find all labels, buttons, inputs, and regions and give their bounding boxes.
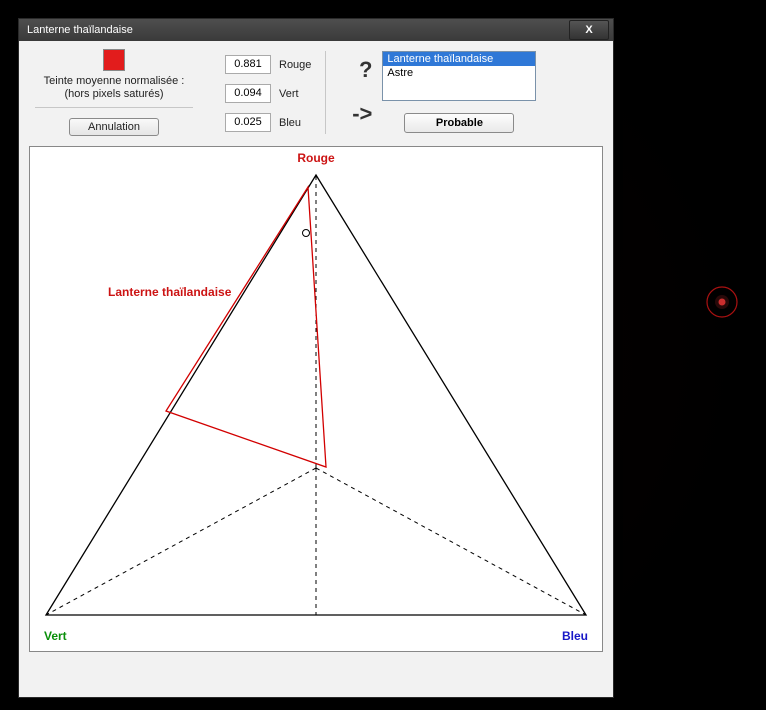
rgb-row-g: 0.094 Vert [225,84,311,103]
hint-line-1: Teinte moyenne normalisée : [29,75,199,88]
vertex-label-rouge: Rouge [297,151,334,165]
titlebar: Lanterne thaïlandaise X [19,19,613,41]
rgb-row-r: 0.881 Rouge [225,55,311,74]
ternary-svg [30,147,602,651]
cancel-button[interactable]: Annulation [69,118,159,136]
classification-right-col: Lanterne thaïlandaise Astre Probable [382,51,536,136]
rgb-value-r[interactable]: 0.881 [225,55,271,74]
vertex-label-vert: Vert [44,629,67,643]
category-listbox[interactable]: Lanterne thaïlandaise Astre [382,51,536,101]
rgb-value-g[interactable]: 0.094 [225,84,271,103]
vertex-label-bleu: Bleu [562,629,588,643]
rgb-values-block: 0.881 Rouge 0.094 Vert 0.025 Bleu [225,49,311,136]
close-button[interactable]: X [569,20,609,40]
ternary-plot: Rouge Vert Bleu Lanterne thaïlandaise [29,146,603,652]
vertical-divider [325,51,326,134]
classification-block: ? -> Lanterne thaïlandaise Astre Probabl… [340,49,603,136]
probable-button[interactable]: Probable [404,113,514,133]
background-red-object [706,286,738,318]
rgb-value-b[interactable]: 0.025 [225,113,271,132]
list-item[interactable]: Astre [383,66,535,80]
hint-line-2: (hors pixels saturés) [29,88,199,101]
color-swatch [103,49,125,71]
rgb-row-b: 0.025 Bleu [225,113,311,132]
top-panel: Teinte moyenne normalisée : (hors pixels… [19,41,613,142]
rgb-label-g: Vert [279,88,299,100]
list-item[interactable]: Lanterne thaïlandaise [383,52,535,66]
symbol-column: ? -> [340,51,372,136]
window-title: Lanterne thaïlandaise [27,24,569,36]
rgb-label-b: Bleu [279,117,301,129]
rgb-label-r: Rouge [279,59,311,71]
arrow-icon: -> [352,101,372,127]
region-label: Lanterne thaïlandaise [108,285,231,299]
hue-summary-block: Teinte moyenne normalisée : (hors pixels… [29,49,199,136]
divider [35,107,193,108]
dialog-window: Lanterne thaïlandaise X Teinte moyenne n… [18,18,614,698]
question-icon: ? [359,57,372,83]
close-icon: X [585,24,592,36]
